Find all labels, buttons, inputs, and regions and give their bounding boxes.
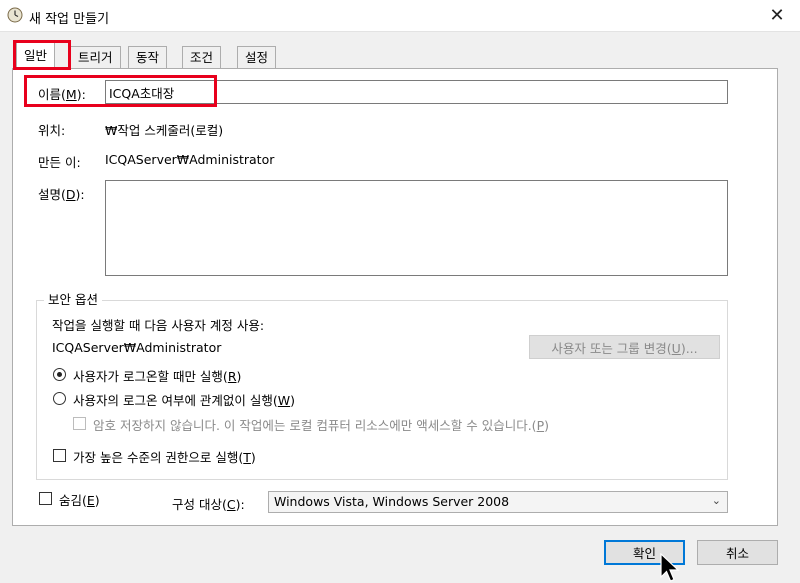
run-whether-logged-on-label[interactable]: 사용자의 로그온 여부에 관계없이 실행(W) — [73, 390, 295, 409]
location-value: ₩작업 스케줄러(로컬) — [105, 123, 224, 138]
mouse-cursor-icon — [660, 553, 680, 582]
change-user-button[interactable]: 사용자 또는 그룹 변경(U)... — [529, 335, 720, 359]
author-value: ICQAServer₩Administrator — [105, 152, 275, 167]
chevron-down-icon: ⌄ — [711, 494, 721, 507]
run-logged-on-only-label[interactable]: 사용자가 로그온할 때만 실행(R) — [73, 366, 241, 385]
do-not-store-password-label: 암호 저장하지 않습니다. 이 작업에는 로컬 컴퓨터 리소스에만 액세스할 수… — [93, 418, 549, 433]
author-label: 만든 이: — [38, 155, 81, 170]
run-as-text: 작업을 실행할 때 다음 사용자 계정 사용: — [52, 318, 265, 333]
hidden-label[interactable]: 숨김(E) — [59, 490, 100, 509]
do-not-store-password-checkbox[interactable] — [73, 417, 86, 430]
name-label: 이름(M): — [38, 87, 86, 102]
description-label: 설명(D): — [38, 187, 85, 202]
name-input[interactable]: ICQA초대장 — [105, 80, 728, 104]
run-logged-on-only-radio[interactable] — [53, 368, 66, 381]
configure-for-label: 구성 대상(C): — [172, 497, 245, 512]
hidden-checkbox[interactable] — [39, 492, 52, 505]
security-options-title: 보안 옵션 — [44, 289, 102, 308]
location-label: 위치: — [38, 123, 66, 138]
run-highest-privileges-label[interactable]: 가장 높은 수준의 권한으로 실행(T) — [73, 447, 256, 466]
run-as-account: ICQAServer₩Administrator — [52, 340, 222, 355]
description-textarea[interactable] — [105, 180, 728, 276]
run-highest-privileges-checkbox[interactable] — [53, 449, 66, 462]
panel-content: 이름(M): ICQA초대장 위치: ₩작업 스케줄러(로컬) 만든 이: IC… — [0, 0, 800, 583]
run-whether-logged-on-radio[interactable] — [53, 392, 66, 405]
configure-for-select[interactable]: Windows Vista, Windows Server 2008 ⌄ — [268, 491, 728, 513]
